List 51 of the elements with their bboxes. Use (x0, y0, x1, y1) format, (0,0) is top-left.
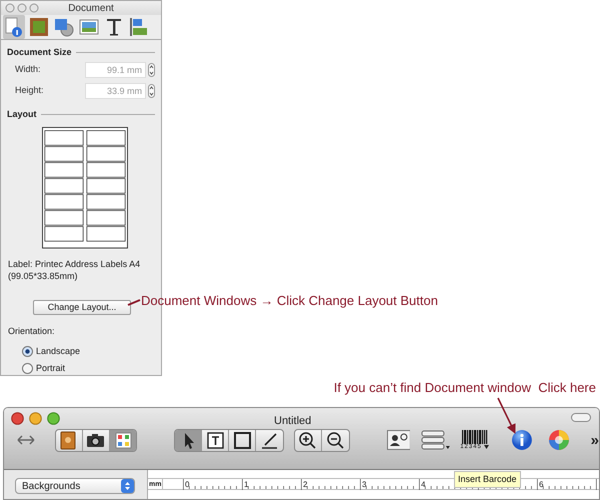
section-heading: Layout (7, 108, 37, 121)
tooltip: Insert Barcode (454, 471, 521, 488)
field-label: Width: (15, 63, 42, 76)
text-box-icon (204, 430, 226, 450)
barcode-icon (462, 430, 488, 444)
orientation-label: Orientation: (7, 324, 56, 338)
pointer-arrow (496, 397, 518, 437)
ruler-number: 1 (244, 479, 248, 490)
shapes-icon (53, 16, 75, 38)
stepper-icon[interactable] (148, 84, 155, 98)
inspector-tab[interactable] (128, 15, 150, 39)
field-label: Height: (15, 84, 45, 98)
zoom-out-icon (324, 430, 346, 450)
radio-label: Portrait (36, 362, 66, 375)
section-heading: Document Size (7, 46, 72, 59)
frame-icon (28, 16, 50, 38)
ruler-number: 2 (303, 479, 308, 490)
fields-stack-icon[interactable] (421, 430, 452, 450)
info-icon[interactable] (510, 429, 533, 451)
inspector-tab[interactable] (28, 15, 50, 39)
annotation-text: If you can’t find Document window Click here (334, 380, 596, 397)
color-wheel-icon[interactable] (548, 429, 570, 451)
overflow-button[interactable]: » (590, 432, 599, 448)
window-controls-icon[interactable] (11, 412, 61, 425)
swap-arrows-icon[interactable] (17, 435, 35, 445)
zoom-in-icon (297, 430, 318, 450)
contact-card-icon[interactable] (386, 430, 410, 450)
ruler-number: 6 (539, 479, 544, 490)
toolbar-button[interactable] (175, 430, 202, 450)
rectangle-icon (232, 430, 253, 450)
radio-button[interactable] (22, 362, 33, 374)
align-icon (128, 16, 150, 38)
annotation-text: Document Windows → Click Change Layout Button (141, 292, 438, 310)
toolbar-toggle-icon[interactable] (571, 413, 591, 422)
inspector-tab[interactable] (3, 15, 25, 39)
change-layout-button[interactable]: Change Layout... (33, 300, 131, 315)
ruler-number: 3 (362, 479, 366, 490)
ruler-number: 0 (185, 479, 190, 490)
select-arrows-icon (121, 479, 134, 493)
document-info-icon (3, 16, 25, 38)
radio-button[interactable] (22, 346, 33, 358)
label-info: Label: Printec Address Labels A4 (8, 258, 142, 270)
stepper-icon[interactable] (148, 63, 155, 77)
dropdown-caret-icon (484, 445, 489, 449)
window-title: Untitled (274, 414, 312, 429)
background-select[interactable]: Backgrounds (15, 478, 135, 494)
ruler-number: 4 (421, 479, 426, 490)
window-title: Document (68, 2, 114, 16)
radio-label: Landscape (36, 345, 80, 358)
swatches-icon (112, 430, 134, 450)
label-info: (99.05*33.85mm) (8, 270, 79, 282)
